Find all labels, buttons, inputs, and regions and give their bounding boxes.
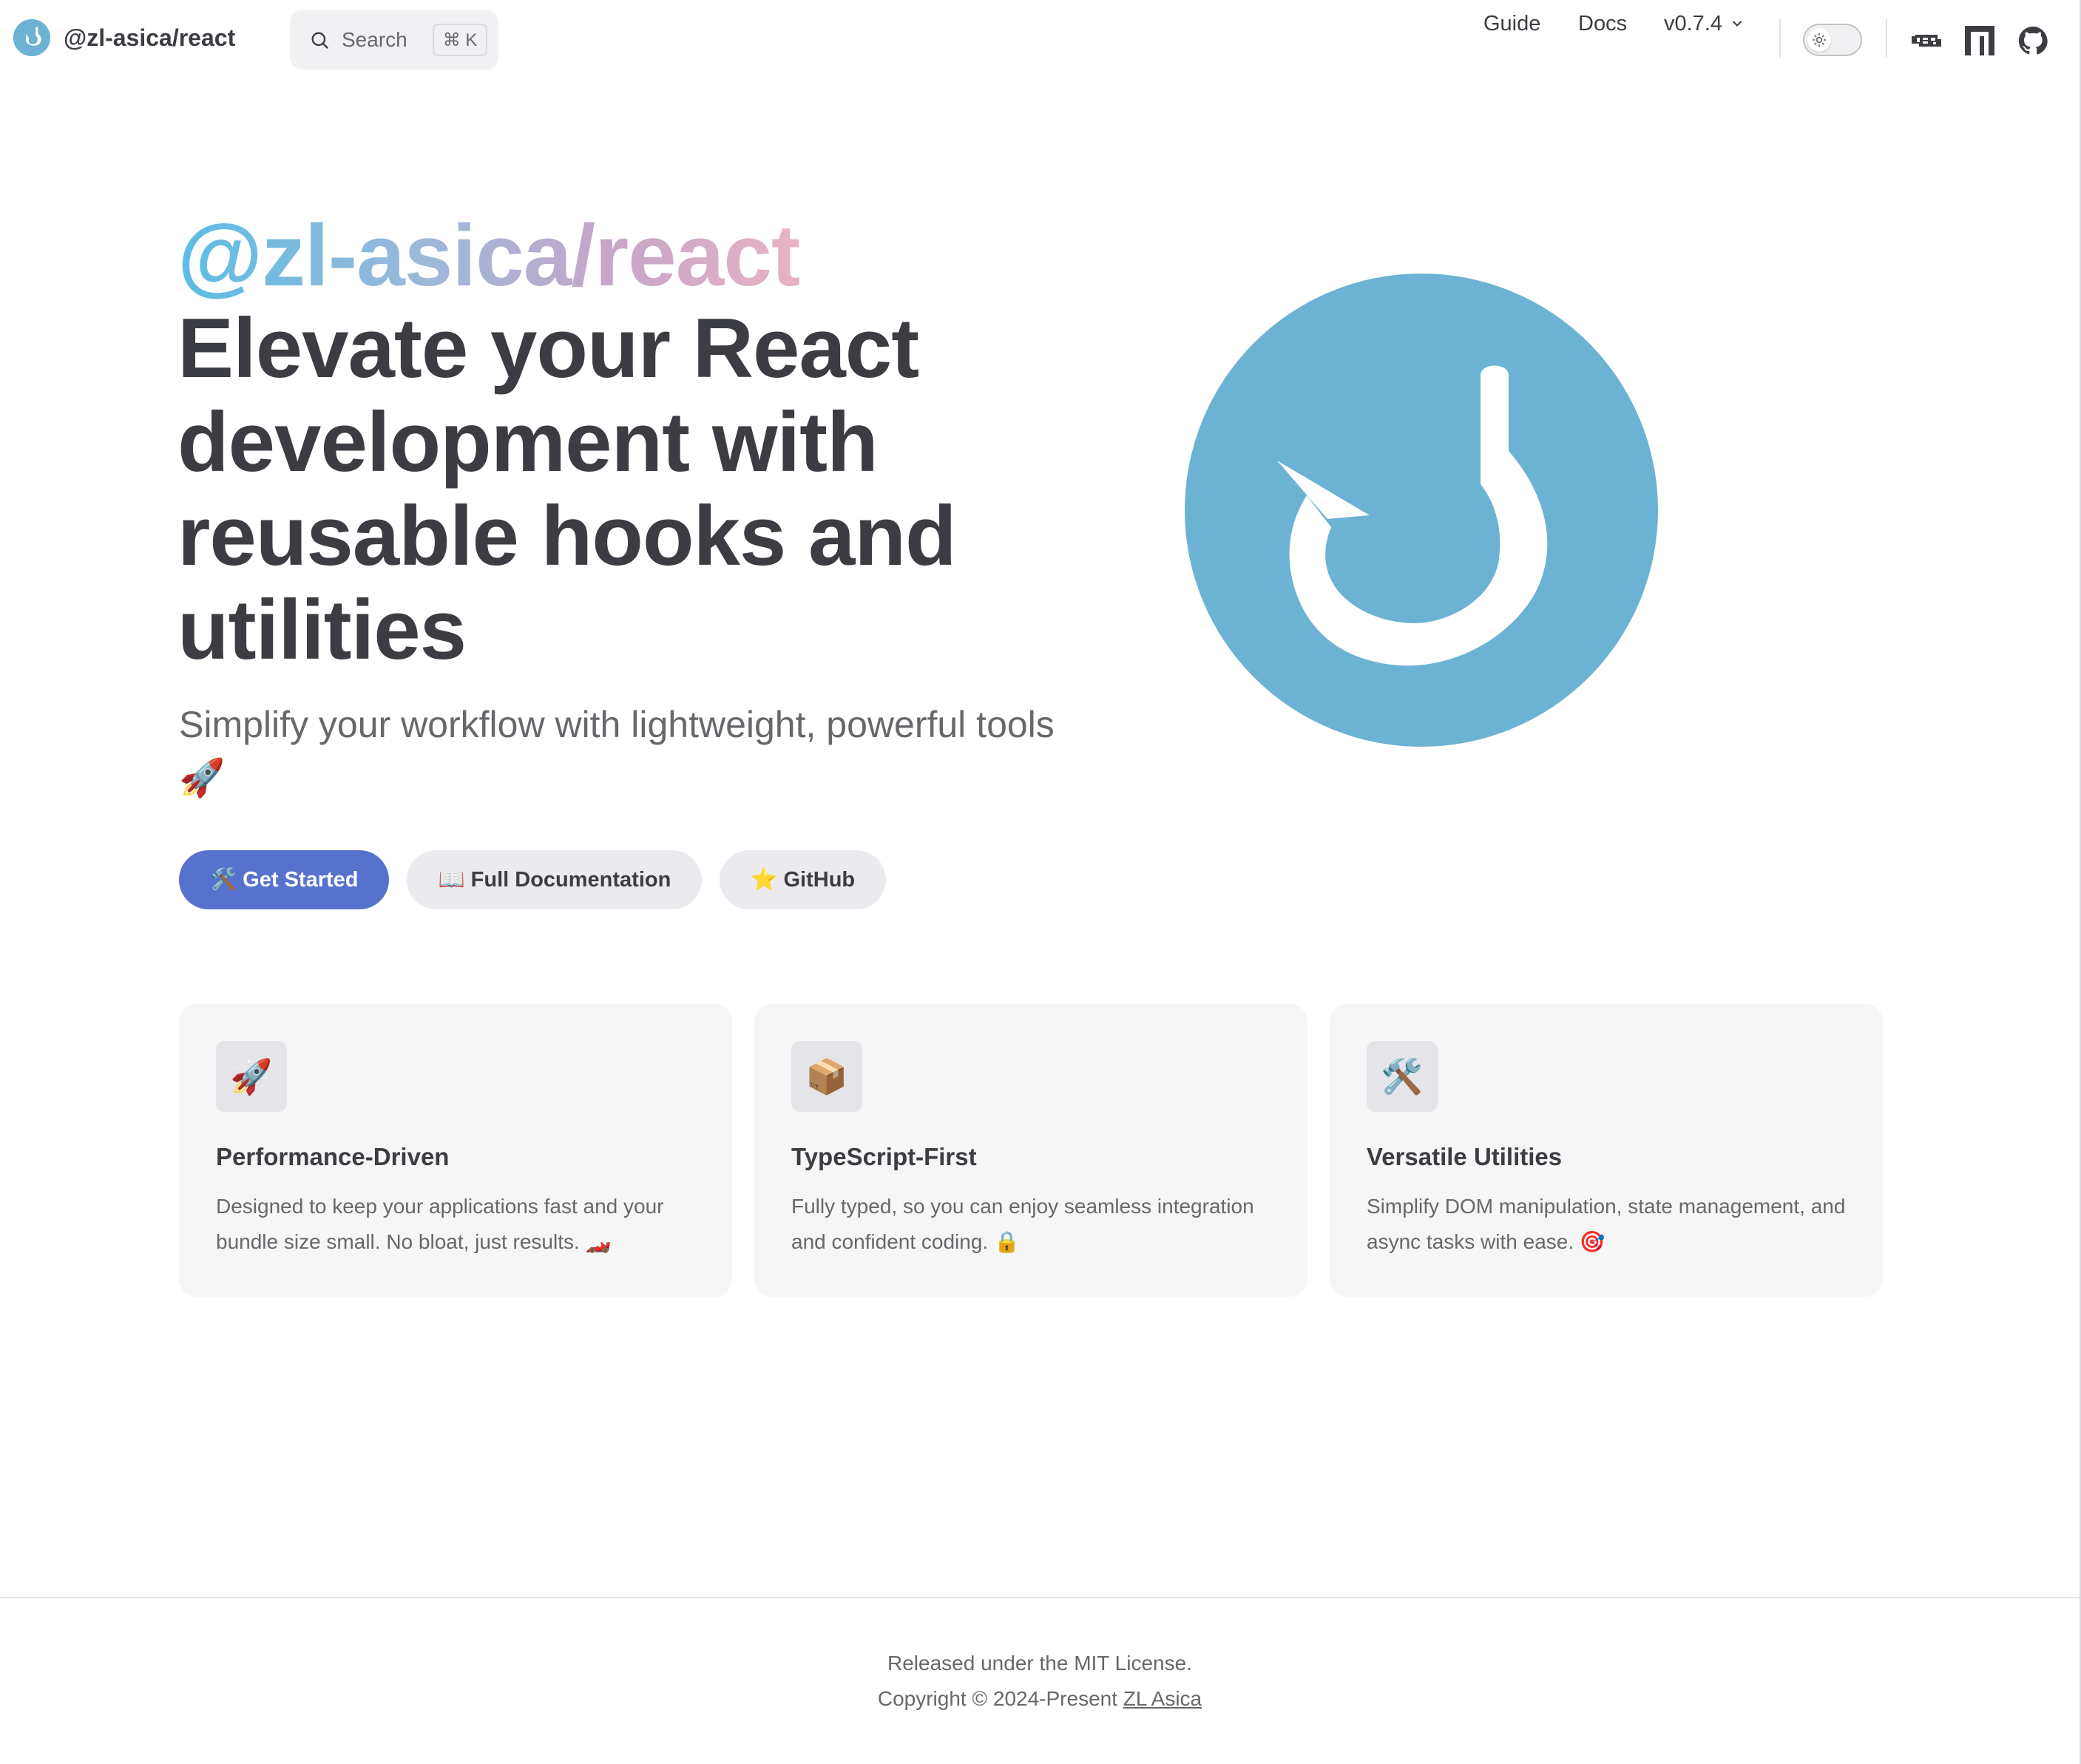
footer-license: Released under the MIT License. bbox=[887, 1652, 1192, 1675]
features: 🚀 Performance-Driven Designed to keep yo… bbox=[179, 1004, 1905, 1297]
brand-logo-icon bbox=[13, 19, 50, 56]
feature-card: 🚀 Performance-Driven Designed to keep yo… bbox=[179, 1004, 732, 1297]
feature-title: TypeScript-First bbox=[791, 1143, 977, 1170]
github-link[interactable] bbox=[2017, 25, 2048, 56]
author-link[interactable]: ZL Asica bbox=[1123, 1687, 1202, 1710]
hero-tagline: Simplify your workflow with lightweight,… bbox=[179, 704, 1055, 798]
feature-card: 📦 TypeScript-First Fully typed, so you c… bbox=[754, 1004, 1307, 1297]
search-icon bbox=[311, 32, 328, 49]
chevron-down-icon bbox=[1733, 21, 1742, 27]
feature-details: Designed to keep your applications fast … bbox=[216, 1195, 664, 1253]
package-icon: 📦 bbox=[791, 1041, 862, 1112]
jsr-link[interactable] bbox=[1911, 25, 1942, 56]
footer: Released under the MIT License. Copyrigh… bbox=[0, 1597, 2080, 1764]
nav-divider bbox=[1779, 19, 1781, 58]
brand-home-link[interactable]: @zl-asica/react bbox=[13, 19, 235, 56]
feature-title: Performance-Driven bbox=[216, 1143, 450, 1170]
full-documentation-button[interactable]: 📖 Full Documentation bbox=[407, 850, 703, 909]
search-button[interactable]: Search ⌘ K bbox=[290, 10, 498, 69]
search-label: Search bbox=[342, 28, 407, 51]
hero-actions: 🛠️ Get Started 📖 Full Documentation ⭐ Gi… bbox=[179, 850, 904, 909]
version-label: v0.7.4 bbox=[1664, 11, 1722, 35]
get-started-button[interactable]: 🛠️ Get Started bbox=[179, 850, 390, 909]
search-shortcut: ⌘ K bbox=[432, 24, 488, 56]
feature-details: Simplify DOM manipulation, state managem… bbox=[1367, 1195, 1846, 1253]
tools-icon: 🛠️ bbox=[1367, 1041, 1438, 1112]
nav-link-guide[interactable]: Guide bbox=[1483, 12, 1540, 36]
hero-logo-image bbox=[1185, 274, 1658, 747]
npm-icon bbox=[1965, 26, 1994, 55]
appearance-toggle[interactable] bbox=[1803, 24, 1862, 56]
toggle-knob bbox=[1807, 28, 1831, 52]
feature-card: 🛠️ Versatile Utilities Simplify DOM mani… bbox=[1330, 1004, 1883, 1297]
jsr-icon bbox=[1912, 35, 1941, 47]
npm-link[interactable] bbox=[1964, 25, 1995, 56]
github-icon bbox=[2018, 26, 2048, 55]
feature-title: Versatile Utilities bbox=[1367, 1143, 1563, 1170]
nav-divider bbox=[1886, 19, 1887, 58]
hero-headline: Elevate your React development with reus… bbox=[177, 302, 957, 677]
hero-name: @zl-asica/react bbox=[177, 204, 800, 308]
sun-icon bbox=[1812, 33, 1827, 47]
page: @zl-asica/react Search ⌘ K Guide Docs v0… bbox=[0, 0, 2081, 1764]
footer-copyright: Copyright © 2024-Present ZL Asica bbox=[0, 1687, 2080, 1711]
brand-title: @zl-asica/react bbox=[64, 24, 236, 51]
github-button[interactable]: ⭐ GitHub bbox=[720, 850, 887, 909]
feature-details: Fully typed, so you can enjoy seamless i… bbox=[791, 1195, 1254, 1253]
rocket-icon: 🚀 bbox=[216, 1041, 287, 1112]
navbar: @zl-asica/react Search ⌘ K Guide Docs v0… bbox=[0, 0, 2080, 80]
nav-link-docs[interactable]: Docs bbox=[1578, 12, 1627, 36]
copyright-text: Copyright © 2024-Present bbox=[877, 1687, 1117, 1710]
version-dropdown[interactable]: v0.7.4 bbox=[1664, 12, 1745, 36]
